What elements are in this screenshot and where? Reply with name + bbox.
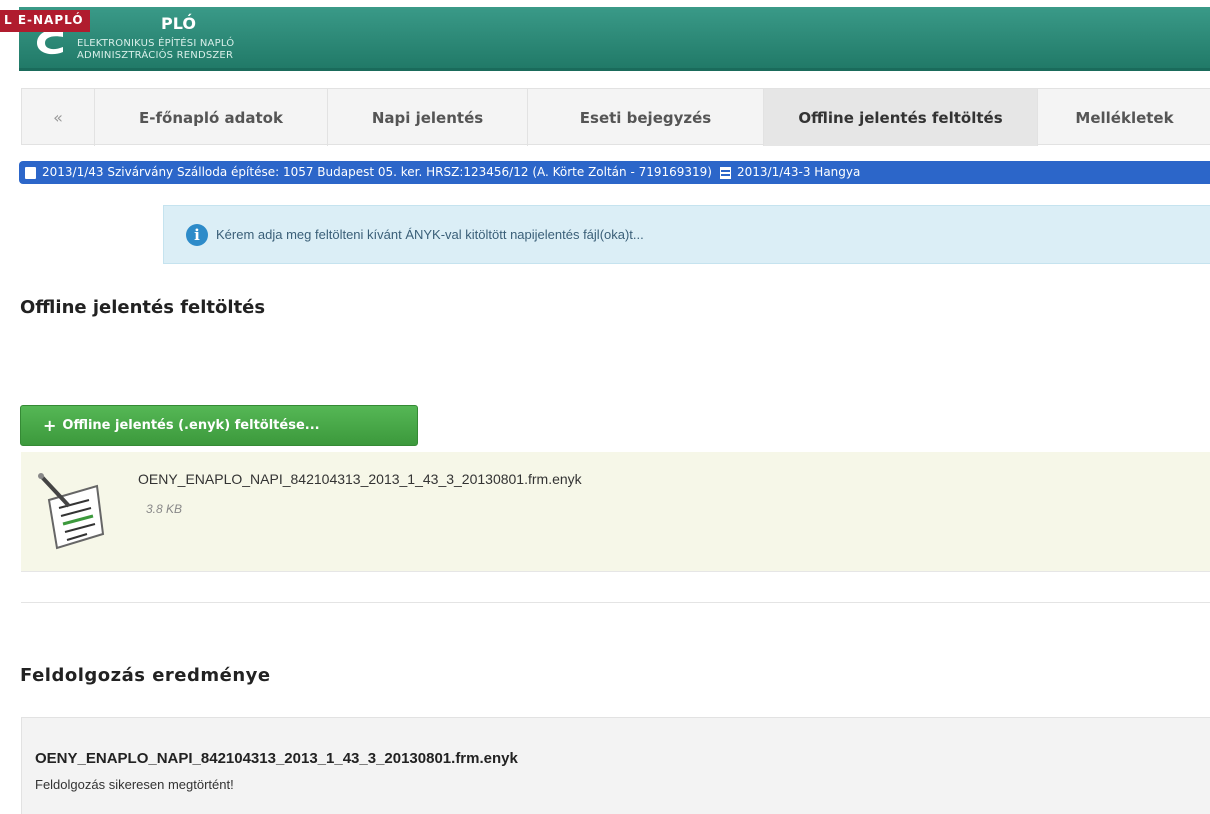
subproject-label[interactable]: 2013/1/43-3 Hangya	[737, 161, 860, 184]
result-heading: Feldolgozás eredménye	[20, 665, 271, 686]
uploaded-file-size: 3.8 KB	[146, 502, 183, 516]
info-alert: i Kérem adja meg feltölteni kívánt ÁNYK-…	[163, 205, 1210, 264]
topbar: PLÓ ELEKTRONIKUS ÉPÍTÉSI NAPLÓ ADMINISZT…	[0, 0, 1210, 74]
info-icon: i	[186, 223, 208, 246]
tab-napi-jelentes[interactable]: Napi jelentés	[328, 89, 528, 146]
tab-eseti-bejegyzes[interactable]: Eseti bejegyzés	[528, 89, 764, 146]
project-context-bar: 2013/1/43 Szivárvány Szálloda építése: 1…	[19, 161, 1210, 184]
result-panel: OENY_ENAPLO_NAPI_842104313_2013_1_43_3_2…	[21, 717, 1210, 814]
app-title: PLÓ	[161, 14, 196, 33]
uploaded-file-name: OENY_ENAPLO_NAPI_842104313_2013_1_43_3_2…	[138, 471, 582, 487]
uploaded-file-row: OENY_ENAPLO_NAPI_842104313_2013_1_43_3_2…	[21, 452, 1210, 572]
app-subtitle-line1: ELEKTRONIKUS ÉPÍTÉSI NAPLÓ	[77, 38, 235, 49]
upload-button-label: Offline jelentés (.enyk) feltöltése...	[62, 418, 320, 433]
tab-offline-jelentes-feltoltes[interactable]: Offline jelentés feltöltés	[764, 89, 1038, 146]
upload-enyk-button[interactable]: + Offline jelentés (.enyk) feltöltése...	[20, 405, 418, 446]
section-divider	[21, 602, 1210, 603]
brand-badge: L E-NAPLÓ	[0, 10, 90, 32]
app-header: PLÓ ELEKTRONIKUS ÉPÍTÉSI NAPLÓ ADMINISZT…	[19, 7, 1210, 71]
result-status: Feldolgozás sikeresen megtörtént!	[35, 777, 234, 792]
plus-icon: +	[43, 416, 57, 435]
main-tabs: « E-főnapló adatok Napi jelentés Eseti b…	[21, 88, 1210, 146]
list-icon	[719, 166, 731, 179]
app-subtitle-line2: ADMINISZTRÁCIÓS RENDSZER	[77, 50, 234, 61]
document-icon	[38, 473, 105, 550]
tab-efonaplo-adatok[interactable]: E-főnapló adatok	[95, 89, 328, 146]
project-label[interactable]: 2013/1/43 Szivárvány Szálloda építése: 1…	[42, 161, 712, 184]
alert-text: Kérem adja meg feltölteni kívánt ÁNYK-va…	[216, 227, 644, 242]
tab-mellekletek[interactable]: Mellékletek	[1038, 89, 1210, 146]
upload-heading: Offline jelentés feltöltés	[20, 297, 266, 318]
document-icon	[25, 166, 36, 179]
result-file-name: OENY_ENAPLO_NAPI_842104313_2013_1_43_3_2…	[35, 750, 518, 767]
app-subtitle: ELEKTRONIKUS ÉPÍTÉSI NAPLÓ ADMINISZTRÁCI…	[77, 38, 234, 62]
collapse-tabs-button[interactable]: «	[22, 89, 95, 146]
